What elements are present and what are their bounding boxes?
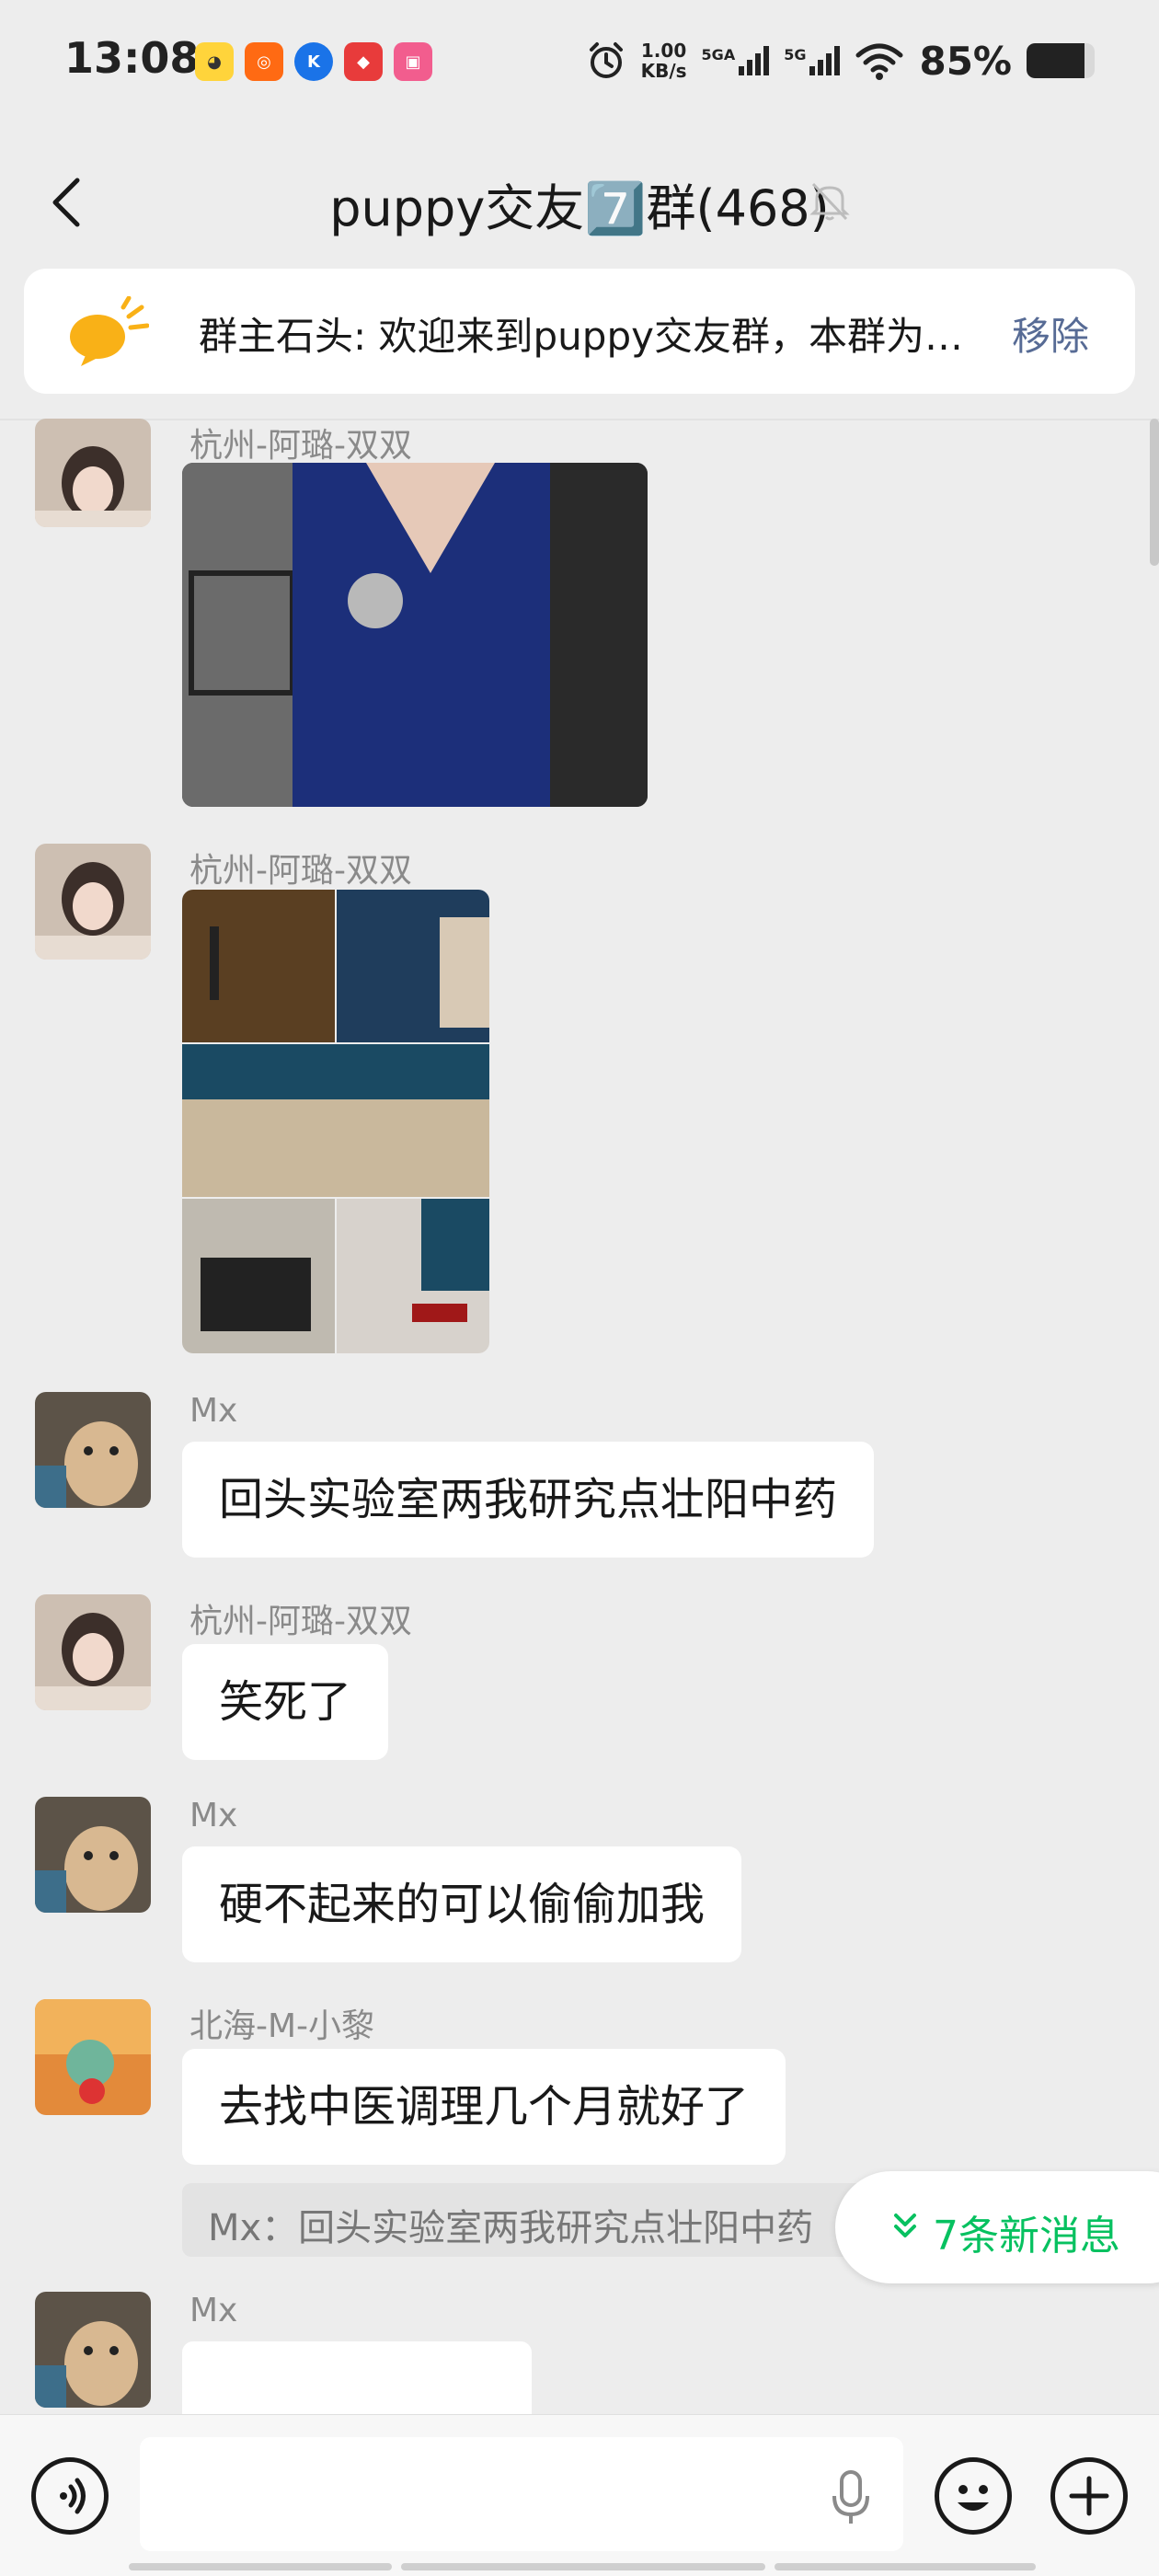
message-list[interactable]: 杭州-阿璐-双双 杭州-阿璐-双双 Mx 回头实验室两我研究点壮阳中药 杭州-阿… xyxy=(0,419,1159,2415)
status-time: 13:08 xyxy=(64,33,200,83)
double-chevron-down-icon xyxy=(894,2214,916,2237)
text-message-bubble[interactable]: 去找中医调理几个月就好了 xyxy=(182,2049,786,2165)
new-messages-button[interactable]: 7条新消息 xyxy=(835,2171,1159,2283)
input-toolbar xyxy=(0,2414,1159,2576)
app-2-icon: ◎ xyxy=(245,42,283,81)
app-1-icon: ◕ xyxy=(195,42,234,81)
battery-percent: 85% xyxy=(919,38,1012,84)
announcement-megaphone-icon xyxy=(70,296,149,366)
app-4-icon: ◆ xyxy=(344,42,383,81)
avatar[interactable] xyxy=(35,1999,151,2115)
sender-name: 杭州-阿璐-双双 xyxy=(189,427,412,465)
battery-icon xyxy=(1027,43,1095,78)
mute-bell-icon xyxy=(809,182,850,221)
more-button[interactable] xyxy=(1050,2457,1128,2535)
quoted-message[interactable]: Mx：回头实验室两我研究点壮阳中药 xyxy=(182,2183,881,2257)
notification-app-icons: ◕ ◎ K ◆ ▣ xyxy=(195,42,432,81)
bilibili-icon: ▣ xyxy=(394,42,432,81)
gesture-bar xyxy=(129,2563,1036,2570)
emoji-button[interactable] xyxy=(935,2457,1012,2535)
image-message[interactable] xyxy=(182,890,489,1353)
voice-wave-icon xyxy=(60,2478,86,2514)
wifi-icon xyxy=(855,43,903,80)
voice-mode-button[interactable] xyxy=(31,2457,109,2535)
sender-name: Mx xyxy=(189,1392,238,1430)
sender-name: 杭州-阿璐-双双 xyxy=(189,852,412,890)
chat-title[interactable]: puppy交友7️⃣群(468) xyxy=(0,167,1159,240)
avatar[interactable] xyxy=(35,419,151,527)
status-bar: 13:08 ◕ ◎ K ◆ ▣ 1.00 KB/s 5GA 5G 85% xyxy=(0,0,1159,124)
sender-name: 北海-M-小黎 xyxy=(189,2007,375,2045)
signal-1-icon: 5GA xyxy=(702,46,770,75)
scrollbar[interactable] xyxy=(1150,419,1159,566)
plus-icon xyxy=(1069,2476,1109,2516)
image-message[interactable] xyxy=(182,2341,532,2415)
pinned-announcement[interactable]: 群主石头: 欢迎来到puppy交友群，本群为… 移除 xyxy=(24,269,1135,394)
avatar[interactable] xyxy=(35,1392,151,1508)
alarm-icon xyxy=(589,42,623,78)
avatar[interactable] xyxy=(35,2292,151,2408)
sender-name: Mx xyxy=(189,2292,238,2329)
avatar[interactable] xyxy=(35,844,151,960)
signal-2-icon: 5G xyxy=(784,46,841,75)
text-message-bubble[interactable]: 硬不起来的可以偷偷加我 xyxy=(182,1846,742,1962)
network-speed: 1.00 KB/s xyxy=(640,40,687,82)
smiley-icon xyxy=(958,2485,989,2511)
chat-header: puppy交友7️⃣群(468) xyxy=(0,138,1159,267)
text-message-bubble[interactable]: 笑死了 xyxy=(182,1644,389,1760)
avatar[interactable] xyxy=(35,1797,151,1913)
sender-name: 杭州-阿璐-双双 xyxy=(189,1603,412,1640)
microphone-icon[interactable] xyxy=(830,2468,872,2527)
text-message-bubble[interactable]: 回头实验室两我研究点壮阳中药 xyxy=(182,1442,875,1558)
message-input[interactable] xyxy=(140,2437,903,2551)
remove-announcement-button[interactable]: 移除 xyxy=(1012,305,1089,362)
app-3-icon: K xyxy=(294,42,333,81)
avatar[interactable] xyxy=(35,1594,151,1710)
sender-name: Mx xyxy=(189,1797,238,1834)
image-message[interactable] xyxy=(182,463,648,807)
announcement-text: 群主石头: 欢迎来到puppy交友群，本群为… xyxy=(199,314,963,359)
new-messages-label: 7条新消息 xyxy=(933,2213,1120,2260)
